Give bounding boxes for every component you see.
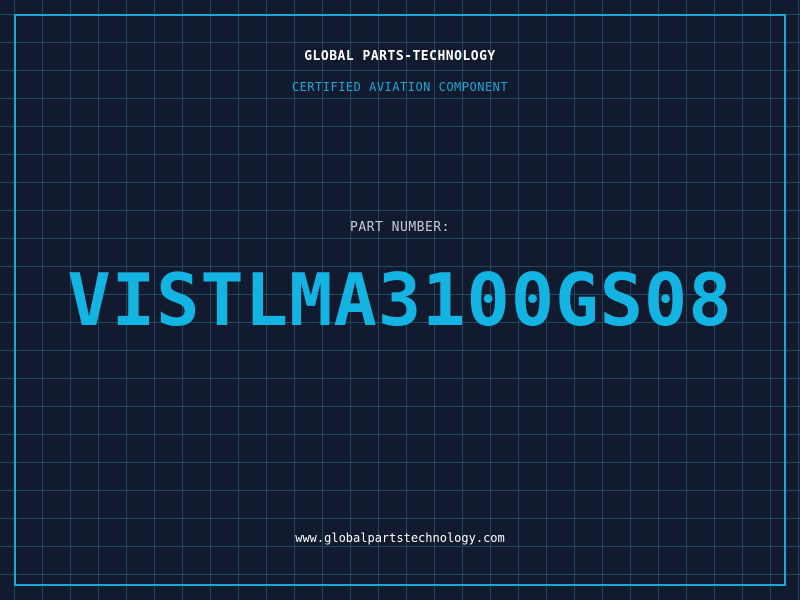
part-number-label: PART NUMBER: bbox=[350, 220, 450, 235]
website-link[interactable]: www.globalpartstechnology.com bbox=[295, 531, 505, 545]
footer: www.globalpartstechnology.com bbox=[0, 531, 800, 545]
part-number-value: VISTLMA3100GS08 bbox=[67, 258, 733, 342]
certification-subtitle: CERTIFIED AVIATION COMPONENT bbox=[291, 80, 509, 94]
brand-title: GLOBAL PARTS-TECHNOLOGY bbox=[304, 49, 496, 64]
